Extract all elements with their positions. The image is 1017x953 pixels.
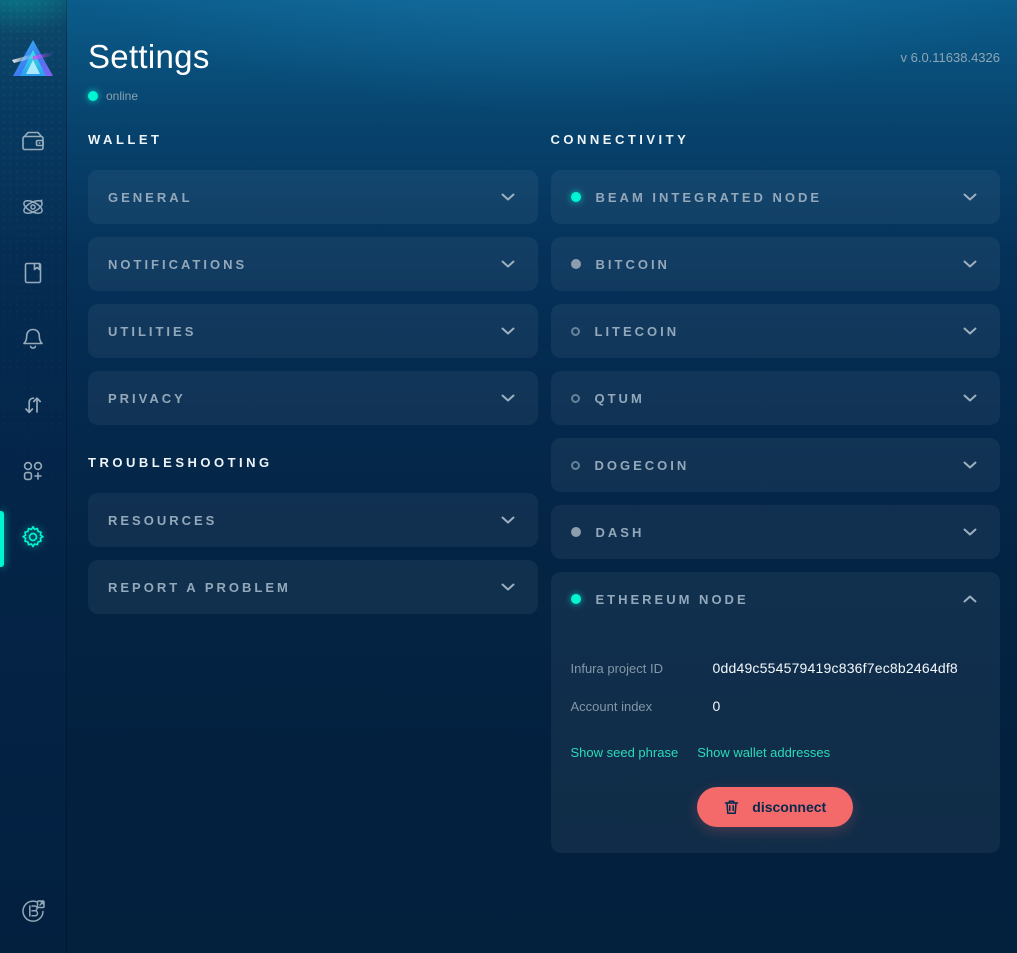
settings-page: Settings v 6.0.11638.4326 online WALLET … — [67, 0, 1017, 953]
status-dot-configured-icon — [571, 527, 581, 537]
accordion-dash[interactable]: DASH — [551, 505, 1001, 559]
accordion-notifications[interactable]: NOTIFICATIONS — [88, 237, 538, 291]
chevron-down-icon — [500, 514, 516, 526]
sidebar-item-atomic-swaps[interactable] — [0, 176, 66, 242]
sidebar-item-dapps[interactable] — [0, 440, 66, 506]
online-status-dot-icon — [88, 91, 98, 101]
connection-status: online — [88, 89, 1000, 103]
sidebar-item-transactions[interactable] — [0, 374, 66, 440]
troubleshooting-section-title: TROUBLESHOOTING — [88, 455, 538, 470]
bell-icon — [20, 326, 46, 357]
beam-external-link-icon — [17, 895, 49, 932]
wallet-section-title: WALLET — [88, 132, 538, 147]
sidebar — [0, 0, 67, 953]
accordion-qtum[interactable]: QTUM — [551, 371, 1001, 425]
page-title: Settings — [88, 38, 1000, 76]
apps-grid-plus-icon — [20, 458, 46, 489]
account-index-value: 0 — [713, 698, 721, 714]
accordion-resources[interactable]: RESOURCES — [88, 493, 538, 547]
accordion-privacy[interactable]: PRIVACY — [88, 371, 538, 425]
beam-logo — [10, 34, 56, 82]
chevron-down-icon — [500, 392, 516, 404]
trash-icon — [724, 799, 739, 815]
accordion-report-a-problem[interactable]: REPORT A PROBLEM — [88, 560, 538, 614]
accordion-beam-integrated-node[interactable]: BEAM INTEGRATED NODE — [551, 170, 1001, 224]
chevron-down-icon — [500, 325, 516, 337]
accordion-general[interactable]: GENERAL — [88, 170, 538, 224]
account-index-row: Account index 0 — [571, 698, 981, 714]
disconnect-button-label: disconnect — [752, 799, 826, 815]
sidebar-item-wallet[interactable] — [0, 110, 66, 176]
chevron-down-icon — [962, 258, 978, 270]
settings-right-column: CONNECTIVITY BEAM INTEGRATED NODE BITCOI… — [551, 132, 1001, 866]
active-item-indicator — [0, 511, 4, 567]
chevron-down-icon — [962, 526, 978, 538]
sidebar-item-notifications[interactable] — [0, 308, 66, 374]
accordion-utilities[interactable]: UTILITIES — [88, 304, 538, 358]
notebook-icon — [20, 260, 46, 291]
accordion-litecoin[interactable]: LITECOIN — [551, 304, 1001, 358]
status-dot-configured-icon — [571, 259, 581, 269]
wallet-icon — [20, 128, 46, 159]
sidebar-item-address-book[interactable] — [0, 242, 66, 308]
atom-icon — [20, 194, 46, 225]
gear-icon — [19, 523, 47, 556]
chevron-down-icon — [962, 392, 978, 404]
ethereum-node-panel: Infura project ID 0dd49c554579419c836f7e… — [551, 660, 1001, 827]
status-dot-empty-icon — [571, 327, 580, 336]
connectivity-section-title: CONNECTIVITY — [551, 132, 1001, 147]
beam-wallet-settings-window: Settings v 6.0.11638.4326 online WALLET … — [0, 0, 1017, 953]
chevron-up-icon — [962, 593, 978, 605]
chevron-down-icon — [962, 459, 978, 471]
chevron-down-icon — [500, 191, 516, 203]
page-header: Settings v 6.0.11638.4326 online — [88, 0, 1000, 103]
chevron-down-icon — [500, 258, 516, 270]
settings-left-column: WALLET GENERAL NOTIFICATIONS UTILITIE — [88, 132, 538, 627]
online-status-label: online — [106, 89, 138, 103]
infura-project-id-value: 0dd49c554579419c836f7ec8b2464df8 — [713, 660, 958, 676]
status-dot-empty-icon — [571, 461, 580, 470]
status-dot-connected-icon — [571, 192, 581, 202]
chevron-down-icon — [962, 191, 978, 203]
accordion-ethereum-node-header[interactable]: ETHEREUM NODE — [551, 572, 1001, 626]
app-version: v 6.0.11638.4326 — [900, 50, 1000, 65]
status-dot-connected-icon — [571, 594, 581, 604]
infura-project-id-row: Infura project ID 0dd49c554579419c836f7e… — [571, 660, 981, 676]
accordion-bitcoin[interactable]: BITCOIN — [551, 237, 1001, 291]
beam-website-link[interactable] — [0, 887, 66, 939]
disconnect-button[interactable]: disconnect — [697, 787, 853, 827]
sidebar-nav — [0, 110, 66, 572]
accordion-ethereum-node: ETHEREUM NODE Infura project ID 0dd49c55… — [551, 572, 1001, 853]
accordion-dogecoin[interactable]: DOGECOIN — [551, 438, 1001, 492]
status-dot-empty-icon — [571, 394, 580, 403]
account-index-label: Account index — [571, 699, 713, 714]
show-seed-phrase-link[interactable]: Show seed phrase — [571, 745, 679, 760]
sidebar-item-settings[interactable] — [0, 506, 66, 572]
ethereum-links-row: Show seed phrase Show wallet addresses — [571, 745, 981, 760]
show-wallet-addresses-link[interactable]: Show wallet addresses — [697, 745, 830, 760]
infura-project-id-label: Infura project ID — [571, 661, 713, 676]
chevron-down-icon — [962, 325, 978, 337]
chevron-down-icon — [500, 581, 516, 593]
arrows-up-down-icon — [20, 392, 46, 423]
settings-columns: WALLET GENERAL NOTIFICATIONS UTILITIE — [88, 132, 1000, 866]
